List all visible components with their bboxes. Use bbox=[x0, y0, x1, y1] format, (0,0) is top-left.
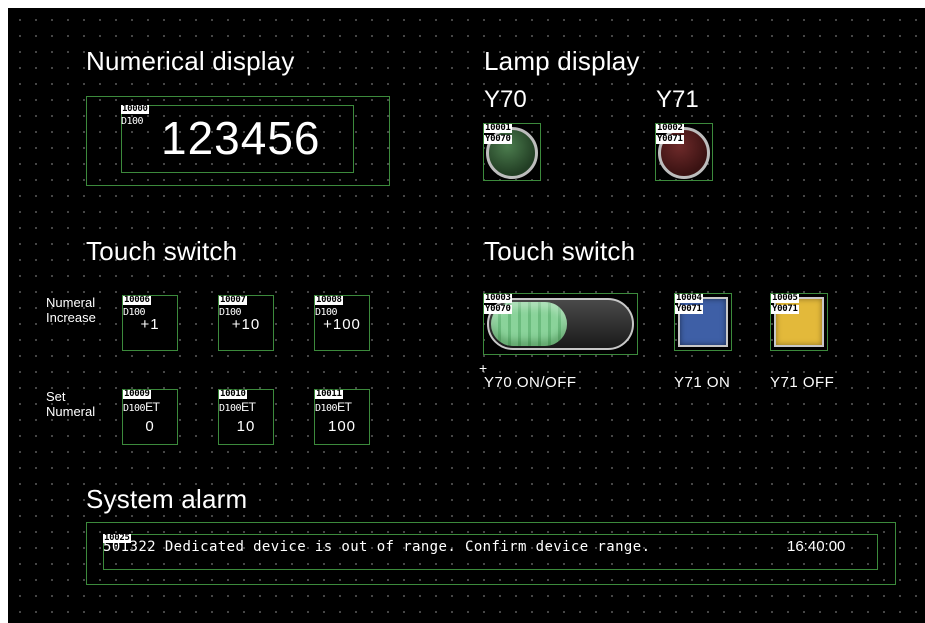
object-id-tag: 10006 bbox=[123, 295, 151, 305]
lamp-display-heading: Lamp display bbox=[484, 46, 640, 76]
alarm-time: 16:40:00 bbox=[787, 538, 846, 555]
object-id-tag: 10004 bbox=[675, 293, 703, 303]
object-id-tag: 10011 bbox=[315, 389, 343, 399]
y71-off-caption: Y71 OFF bbox=[770, 374, 835, 391]
system-alarm-heading: System alarm bbox=[86, 484, 248, 514]
object-id-tag: 10008 bbox=[315, 295, 343, 305]
set-10-button[interactable]: 10010 D100ET 10 bbox=[218, 389, 274, 445]
numeral-increase-label-line1: Numeral bbox=[46, 295, 96, 310]
alarm-message-text: 322 Dedicated device is out of range. Co… bbox=[129, 539, 651, 555]
object-id-tag: 10010 bbox=[219, 389, 247, 399]
device-tag: D100ET bbox=[123, 400, 160, 414]
device-tag: D100ET bbox=[315, 400, 352, 414]
system-alarm-frame[interactable]: 10025 501322 Dedicated device is out of … bbox=[86, 522, 896, 585]
set-numeral-label-line2: Numeral bbox=[46, 404, 96, 419]
object-id-tag: 10003 bbox=[484, 293, 512, 303]
object-id-tag: 10007 bbox=[219, 295, 247, 305]
numerical-display-frame[interactable]: 10000 D100 123456 bbox=[86, 96, 390, 186]
increase-plus1-button[interactable]: 10006 D100 +1 bbox=[122, 295, 178, 351]
button-label: +1 bbox=[140, 316, 160, 333]
device-tag: D100 bbox=[121, 116, 144, 127]
object-id-tag: 10000 bbox=[121, 104, 149, 114]
set-numeral-label-line1: Set bbox=[46, 389, 66, 404]
alarm-code: 501 bbox=[103, 539, 130, 555]
button-label: +100 bbox=[323, 316, 361, 333]
set-tag: ET bbox=[337, 400, 352, 414]
object-id-tag: 10002 bbox=[656, 123, 684, 133]
device-tag: Y0071 bbox=[675, 304, 703, 314]
device-tag: Y0070 bbox=[484, 304, 512, 314]
device-tag-text: D100 bbox=[219, 403, 242, 414]
alarm-message: 501322 Dedicated device is out of range.… bbox=[103, 539, 650, 555]
set-100-button[interactable]: 10011 D100ET 100 bbox=[314, 389, 370, 445]
button-label: 10 bbox=[236, 418, 256, 435]
numeral-increase-label: Numeral Increase bbox=[46, 295, 96, 325]
device-tag: D100ET bbox=[219, 400, 256, 414]
numerical-display-heading: Numerical display bbox=[86, 46, 295, 76]
device-tag-text: D100 bbox=[315, 403, 338, 414]
set-tag: ET bbox=[241, 400, 256, 414]
set-tag: ET bbox=[145, 400, 160, 414]
device-tag: Y0070 bbox=[484, 134, 512, 144]
button-label: +10 bbox=[231, 316, 261, 333]
toggle-y70-caption: Y70 ON/OFF bbox=[484, 374, 577, 391]
lamp-y70: 10001 Y0070 bbox=[483, 123, 541, 181]
numeral-increase-label-line2: Increase bbox=[46, 310, 96, 325]
toggle-y70-switch[interactable]: 10003 Y0070 bbox=[483, 293, 638, 355]
set-numeral-label: Set Numeral bbox=[46, 389, 95, 419]
device-tag-text: D100 bbox=[123, 403, 146, 414]
touch-switch-left-heading: Touch switch bbox=[86, 236, 238, 266]
hmi-screen-canvas: Numerical display 10000 D100 123456 Lamp… bbox=[8, 8, 925, 623]
increase-plus100-button[interactable]: 10008 D100 +100 bbox=[314, 295, 370, 351]
numerical-value: 123456 bbox=[161, 112, 321, 164]
object-id-tag: 10009 bbox=[123, 389, 151, 399]
object-id-tag: 10005 bbox=[771, 293, 799, 303]
lamp-y71: 10002 Y0071 bbox=[655, 123, 713, 181]
increase-plus10-button[interactable]: 10007 D100 +10 bbox=[218, 295, 274, 351]
touch-switch-right-heading: Touch switch bbox=[484, 236, 636, 266]
button-label: 100 bbox=[327, 418, 357, 435]
button-label: 0 bbox=[145, 418, 155, 435]
lamp-y70-label: Y70 bbox=[484, 86, 527, 113]
device-tag: Y0071 bbox=[771, 304, 799, 314]
lamp-y71-label: Y71 bbox=[656, 86, 699, 113]
y71-on-caption: Y71 ON bbox=[674, 374, 731, 391]
device-tag: Y0071 bbox=[656, 134, 684, 144]
y71-off-button[interactable]: 10005 Y0071 bbox=[770, 293, 828, 351]
set-0-button[interactable]: 10009 D100ET 0 bbox=[122, 389, 178, 445]
object-id-tag: 10001 bbox=[484, 123, 512, 133]
y71-on-button[interactable]: 10004 Y0071 bbox=[674, 293, 732, 351]
